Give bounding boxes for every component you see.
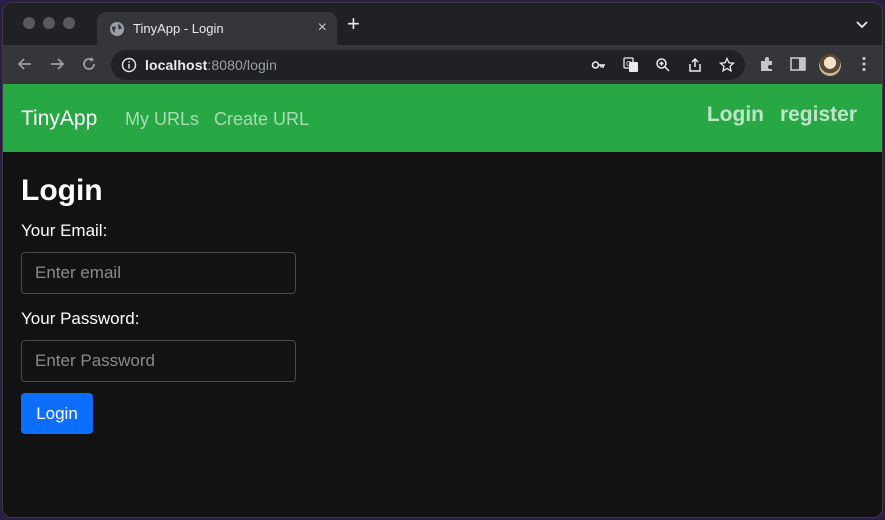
forward-arrow-icon[interactable] xyxy=(47,54,67,74)
browser-tab[interactable]: TinyApp - Login × xyxy=(97,12,337,46)
url-path: :8080/login xyxy=(207,57,277,73)
page-title: Login xyxy=(21,174,103,207)
share-icon[interactable] xyxy=(687,57,703,73)
password-label: Your Password: xyxy=(21,309,140,328)
new-tab-button[interactable]: + xyxy=(347,13,360,35)
nav-link-my-urls[interactable]: My URLs xyxy=(125,109,199,130)
tab-strip: TinyApp - Login × + xyxy=(3,3,882,46)
star-icon[interactable] xyxy=(719,57,735,73)
kebab-menu-icon[interactable] xyxy=(854,54,874,74)
browser-window: TinyApp - Login × + localhost:8080/login xyxy=(2,2,883,518)
window-minimize-button[interactable] xyxy=(43,17,55,29)
reload-icon[interactable] xyxy=(79,54,99,74)
globe-icon xyxy=(110,22,124,36)
chevron-down-icon[interactable] xyxy=(856,19,868,29)
url-host: localhost xyxy=(145,57,208,73)
navbar: TinyApp My URLs Create URL Login registe… xyxy=(3,84,882,152)
puzzle-icon[interactable] xyxy=(757,54,777,74)
url-text[interactable]: localhost:8080/login xyxy=(145,57,277,73)
svg-text:G: G xyxy=(626,60,631,68)
email-input[interactable] xyxy=(21,252,296,294)
nav-link-create-url[interactable]: Create URL xyxy=(214,109,309,130)
zoom-icon[interactable] xyxy=(655,57,671,73)
info-icon[interactable] xyxy=(121,57,137,73)
translate-icon[interactable]: G xyxy=(623,57,639,73)
tab-close-button[interactable]: × xyxy=(318,18,327,38)
address-bar[interactable]: localhost:8080/login G xyxy=(111,50,745,80)
window-maximize-button[interactable] xyxy=(63,17,75,29)
profile-avatar[interactable] xyxy=(819,54,841,76)
login-submit-button[interactable]: Login xyxy=(21,393,93,434)
key-icon[interactable] xyxy=(591,57,607,73)
nav-register-link[interactable]: register xyxy=(780,103,857,127)
nav-login-link[interactable]: Login xyxy=(707,103,764,127)
side-panel-icon[interactable] xyxy=(788,54,808,74)
back-arrow-icon[interactable] xyxy=(15,54,35,74)
tab-title: TinyApp - Login xyxy=(133,21,224,36)
email-label: Your Email: xyxy=(21,221,108,240)
password-input[interactable] xyxy=(21,340,296,382)
browser-toolbar: localhost:8080/login G xyxy=(3,45,882,84)
page-content: TinyApp My URLs Create URL Login registe… xyxy=(3,84,882,517)
window-close-button[interactable] xyxy=(23,17,35,29)
brand-link[interactable]: TinyApp xyxy=(21,107,97,131)
